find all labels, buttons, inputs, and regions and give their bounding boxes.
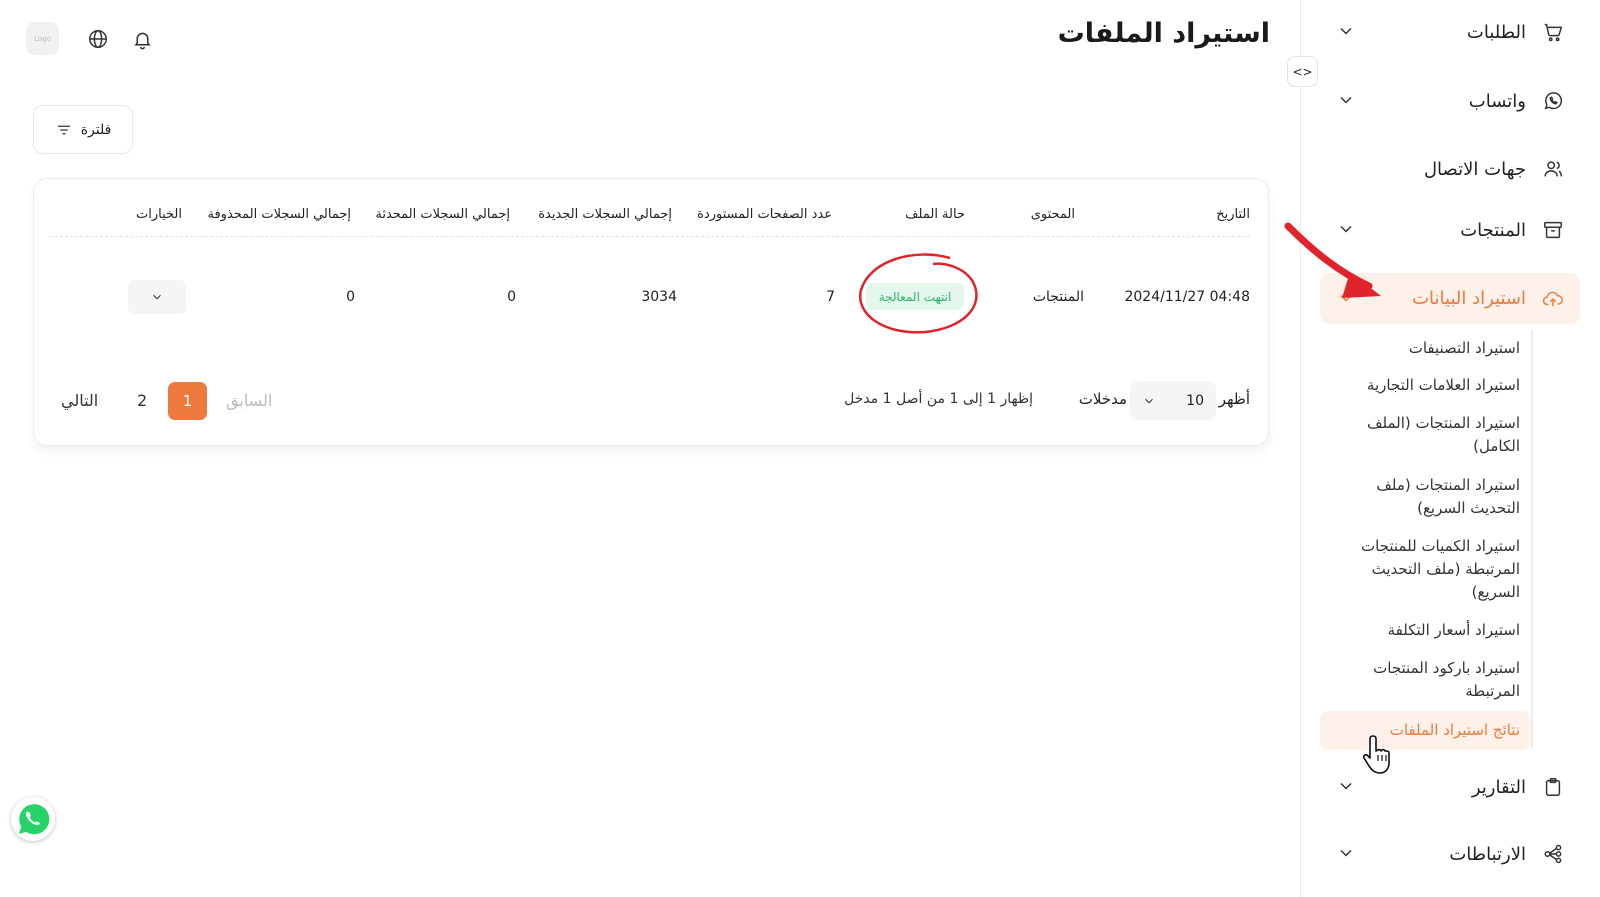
show-label: أظهر	[1218, 390, 1250, 408]
sidebar-subitem-import-categories[interactable]: استيراد التصنيفات	[1330, 337, 1520, 360]
sidebar-subitem-import-results[interactable]: نتائج استيراد الملفات	[1330, 719, 1520, 742]
page-size-select[interactable]: 10	[1130, 381, 1216, 420]
column-header-updated-records: إجمالي السجلات المحدثة	[375, 207, 510, 222]
sidebar-subitem-import-brands[interactable]: استيراد العلامات التجارية	[1330, 374, 1520, 397]
sidebar-subitem-import-products-full[interactable]: استيراد المنتجات (الملف الكامل)	[1330, 412, 1520, 458]
entries-label: مدخلات	[1078, 390, 1127, 408]
whatsapp-icon	[1540, 88, 1566, 114]
sidebar-item-integrations[interactable]: الارتباطات	[1320, 829, 1580, 879]
page-1-button[interactable]: 1	[168, 382, 207, 420]
filter-label: فلترة	[80, 121, 112, 138]
code-brackets-icon: <>	[1292, 64, 1313, 79]
pointer-cursor-icon	[1363, 735, 1390, 774]
column-header-date: التاريخ	[1216, 207, 1250, 222]
sidebar-item-label: جهات الاتصال	[1423, 158, 1526, 180]
clipboard-icon	[1540, 774, 1566, 800]
bell-icon	[132, 29, 153, 50]
sidebar-item-orders[interactable]: الطلبات	[1320, 7, 1580, 57]
pagination-info: إظهار 1 إلى 1 من أصل 1 مدخل	[844, 391, 1033, 407]
avatar[interactable]: Logo	[26, 22, 59, 55]
cell-deleted-records: 0	[346, 289, 355, 305]
sidebar-item-whatsapp[interactable]: واتساب	[1320, 76, 1580, 126]
column-header-new-records: إجمالي السجلات الجديدة	[538, 207, 672, 222]
sidebar-item-label: واتساب	[1468, 90, 1526, 112]
chevron-down-icon	[1334, 776, 1356, 798]
page-size-value: 10	[1186, 392, 1204, 409]
sidebar-item-contacts[interactable]: جهات الاتصال	[1320, 144, 1580, 194]
cell-date: 04:48 2024/11/27	[1124, 289, 1250, 305]
sidebar-item-label: الطلبات	[1466, 21, 1526, 43]
notifications-button[interactable]	[125, 22, 159, 56]
next-page-button[interactable]: التالي	[61, 391, 98, 410]
sidebar-subitem-import-cost-prices[interactable]: استيراد أسعار التكلفة	[1330, 619, 1520, 642]
page-2-button[interactable]: 2	[137, 391, 147, 410]
annotation-circle	[858, 253, 978, 334]
avatar-logo-text: Logo	[34, 34, 51, 43]
sidebar-item-reports[interactable]: التقارير	[1320, 762, 1580, 812]
language-button[interactable]	[81, 22, 115, 56]
whatsapp-chat-button[interactable]	[11, 797, 55, 841]
annotation-arrow	[1284, 222, 1381, 298]
cell-content: المنتجات	[1032, 289, 1084, 305]
row-options-dropdown[interactable]	[128, 280, 186, 314]
page-title: استيراد الملفات	[1057, 18, 1270, 49]
chevron-down-icon	[1142, 394, 1156, 408]
column-header-file-status: حالة الملف	[905, 207, 965, 222]
column-header-imported-pages: عدد الصفحات المستوردة	[697, 207, 832, 222]
whatsapp-icon	[13, 799, 53, 839]
column-header-deleted-records: إجمالي السجلات المحذوفة	[207, 207, 351, 222]
sidebar-toggle-button[interactable]: <>	[1287, 56, 1318, 87]
submenu-line	[1531, 330, 1533, 748]
sidebar-item-label: الارتباطات	[1449, 843, 1526, 865]
sidebar-subitem-import-products-quick[interactable]: استيراد المنتجات (ملف التحديث السريع)	[1330, 474, 1520, 520]
archive-icon	[1540, 217, 1566, 243]
filter-button[interactable]: فلترة	[33, 105, 133, 154]
cell-imported-pages: 7	[826, 289, 835, 305]
sidebar-subitem-import-quantities[interactable]: استيراد الكميات للمنتجات المرتبطة (ملف ا…	[1330, 535, 1520, 604]
chevron-down-icon	[150, 290, 164, 304]
cell-new-records: 3034	[641, 289, 677, 305]
prev-page-button[interactable]: السابق	[226, 391, 272, 410]
cell-updated-records: 0	[507, 289, 516, 305]
column-header-content: المحتوى	[1030, 207, 1075, 222]
users-icon	[1540, 156, 1566, 182]
sidebar-subitem-import-barcodes[interactable]: استيراد باركود المنتجات المرتبطة	[1330, 657, 1520, 703]
chevron-down-icon	[1334, 21, 1356, 43]
chevron-down-icon	[1334, 90, 1356, 112]
globe-icon	[87, 28, 109, 50]
filter-lines-icon	[55, 121, 73, 139]
column-header-options: الخيارات	[136, 207, 182, 222]
cart-icon	[1540, 19, 1566, 45]
chevron-down-icon	[1334, 843, 1356, 865]
header-divider	[50, 236, 1250, 237]
cloud-upload-icon	[1540, 286, 1566, 312]
share-nodes-icon	[1540, 841, 1566, 867]
